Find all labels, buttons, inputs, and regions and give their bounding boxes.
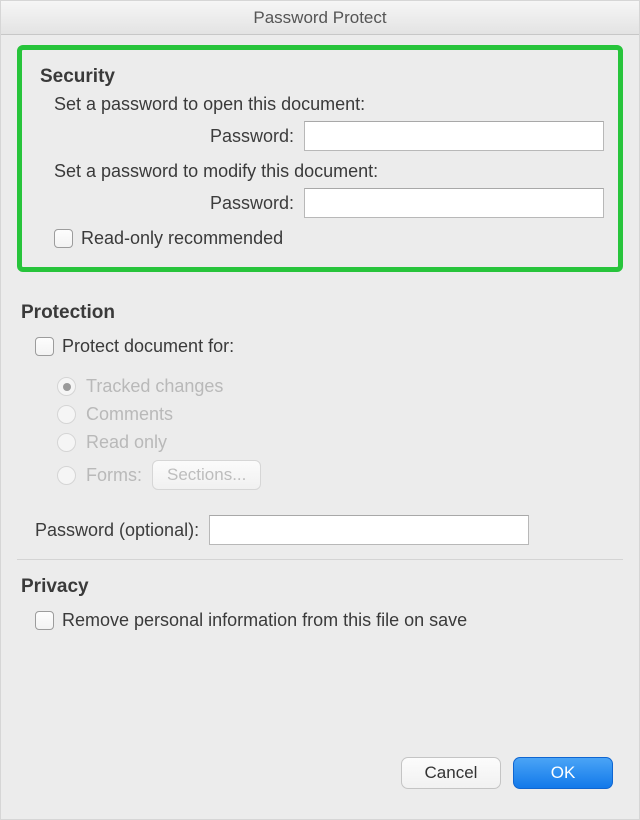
- open-password-input[interactable]: [304, 121, 604, 151]
- sections-button[interactable]: Sections...: [152, 460, 261, 490]
- protect-for-row: Protect document for:: [17, 336, 623, 357]
- open-password-label: Password:: [36, 126, 304, 147]
- window-title: Password Protect: [253, 8, 386, 28]
- radio-icon: [57, 405, 76, 424]
- checkbox-icon: [35, 611, 54, 630]
- remove-personal-row: Remove personal information from this fi…: [17, 610, 623, 631]
- radio-tracked-changes-label: Tracked changes: [86, 376, 223, 397]
- protection-password-row: Password (optional):: [17, 515, 623, 545]
- readonly-recommended-row: Read-only recommended: [36, 228, 606, 249]
- radio-comments-label: Comments: [86, 404, 173, 425]
- dialog-content: Security Set a password to open this doc…: [1, 35, 639, 819]
- security-heading: Security: [40, 66, 602, 88]
- protection-heading: Protection: [21, 302, 619, 324]
- modify-password-instruction: Set a password to modify this document:: [36, 161, 606, 182]
- remove-personal-info-label: Remove personal information from this fi…: [62, 610, 467, 631]
- radio-read-only-label: Read only: [86, 432, 167, 453]
- protect-document-for-checkbox[interactable]: Protect document for:: [35, 336, 234, 357]
- modify-password-label: Password:: [36, 193, 304, 214]
- radio-icon: [57, 433, 76, 452]
- open-password-row: Password:: [36, 121, 606, 151]
- checkbox-icon: [54, 229, 73, 248]
- cancel-button[interactable]: Cancel: [401, 757, 501, 789]
- radio-read-only[interactable]: Read only: [57, 432, 167, 453]
- radio-forms[interactable]: Forms:: [57, 465, 142, 486]
- protection-options: Tracked changes Comments Read only Forms…: [17, 369, 623, 497]
- radio-forms-label: Forms:: [86, 465, 142, 486]
- security-section-highlight: Security Set a password to open this doc…: [17, 45, 623, 272]
- password-protect-dialog: Password Protect Security Set a password…: [0, 0, 640, 820]
- separator: [17, 559, 623, 560]
- radio-icon: [57, 466, 76, 485]
- modify-password-row: Password:: [36, 188, 606, 218]
- modify-password-input[interactable]: [304, 188, 604, 218]
- titlebar: Password Protect: [1, 1, 639, 35]
- privacy-heading: Privacy: [21, 576, 619, 598]
- radio-comments[interactable]: Comments: [57, 404, 173, 425]
- readonly-recommended-label: Read-only recommended: [81, 228, 283, 249]
- protection-password-label: Password (optional):: [35, 520, 209, 541]
- ok-button[interactable]: OK: [513, 757, 613, 789]
- radio-icon: [57, 377, 76, 396]
- checkbox-icon: [35, 337, 54, 356]
- remove-personal-info-checkbox[interactable]: Remove personal information from this fi…: [35, 610, 467, 631]
- open-password-instruction: Set a password to open this document:: [36, 94, 606, 115]
- protection-password-input[interactable]: [209, 515, 529, 545]
- dialog-button-row: Cancel OK: [17, 747, 623, 809]
- radio-tracked-changes[interactable]: Tracked changes: [57, 376, 223, 397]
- protect-document-for-label: Protect document for:: [62, 336, 234, 357]
- readonly-recommended-checkbox[interactable]: Read-only recommended: [54, 228, 283, 249]
